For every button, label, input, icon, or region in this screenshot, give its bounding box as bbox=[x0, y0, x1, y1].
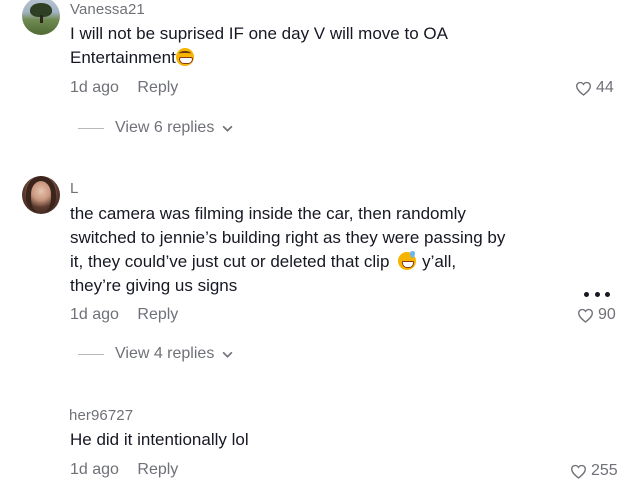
chevron-down-icon bbox=[222, 351, 233, 358]
comment-text-fragment: Entertainment bbox=[70, 48, 176, 67]
view-replies-label: View 4 replies bbox=[115, 345, 215, 362]
divider-line bbox=[78, 127, 104, 129]
comment-text-fragment: it, they could’ve just cut or deleted th… bbox=[70, 252, 390, 271]
heart-icon bbox=[577, 308, 594, 323]
avatar-hair-shape bbox=[26, 176, 56, 212]
view-replies-label: View 6 replies bbox=[115, 119, 215, 136]
grinning-sweat-emoji-icon bbox=[398, 251, 417, 270]
avatar[interactable] bbox=[22, 176, 60, 214]
comment-meta: 1d ago Reply bbox=[70, 306, 178, 324]
more-options-icon[interactable] bbox=[584, 292, 610, 298]
heart-icon bbox=[570, 464, 587, 479]
like-button[interactable]: 90 bbox=[577, 306, 616, 324]
comment-text: I will not be suprised IF one day V will… bbox=[70, 22, 570, 70]
comment-username[interactable]: her96727 bbox=[69, 407, 133, 424]
comment-timestamp: 1d ago bbox=[70, 461, 119, 478]
comment-meta: 1d ago Reply bbox=[70, 79, 178, 97]
comment-text-fragment: y’all, bbox=[422, 252, 457, 271]
comment-text-line: the camera was filming inside the car, t… bbox=[70, 204, 466, 223]
comment-username[interactable]: L bbox=[70, 180, 78, 197]
like-count: 255 bbox=[591, 462, 618, 479]
reply-button[interactable]: Reply bbox=[137, 79, 178, 96]
view-replies-button[interactable]: View 4 replies bbox=[78, 345, 233, 363]
avatar[interactable] bbox=[22, 0, 60, 35]
reply-button[interactable]: Reply bbox=[137, 461, 178, 478]
dot-icon bbox=[584, 292, 589, 297]
view-replies-button[interactable]: View 6 replies bbox=[78, 119, 233, 137]
grinning-face-emoji-icon bbox=[175, 48, 194, 66]
comment-text-line: Entertainment bbox=[70, 46, 570, 70]
comment-text-line: they’re giving us signs bbox=[70, 276, 238, 295]
like-button[interactable]: 255 bbox=[570, 462, 618, 480]
heart-icon bbox=[575, 81, 592, 96]
comment-timestamp: 1d ago bbox=[70, 306, 119, 323]
chevron-down-icon bbox=[222, 125, 233, 132]
reply-button[interactable]: Reply bbox=[137, 306, 178, 323]
comment-text: He did it intentionally lol bbox=[70, 428, 570, 452]
dot-icon bbox=[605, 292, 610, 297]
comment-text: the camera was filming inside the car, t… bbox=[70, 202, 570, 298]
like-count: 90 bbox=[598, 306, 616, 323]
avatar-trunk-shape bbox=[40, 15, 43, 23]
like-button[interactable]: 44 bbox=[575, 79, 614, 97]
divider-line bbox=[78, 353, 104, 355]
comment-meta: 1d ago Reply bbox=[70, 461, 178, 479]
comment-text-line: He did it intentionally lol bbox=[70, 430, 249, 449]
dot-icon bbox=[594, 292, 600, 297]
comment-text-line: I will not be suprised IF one day V will… bbox=[70, 24, 448, 43]
comment-text-line: switched to jennie’s building right as t… bbox=[70, 228, 506, 247]
comment-text-line: it, they could’ve just cut or deleted th… bbox=[70, 250, 570, 274]
comment-timestamp: 1d ago bbox=[70, 79, 119, 96]
comment-username[interactable]: Vanessa21 bbox=[70, 1, 145, 18]
like-count: 44 bbox=[596, 79, 614, 96]
